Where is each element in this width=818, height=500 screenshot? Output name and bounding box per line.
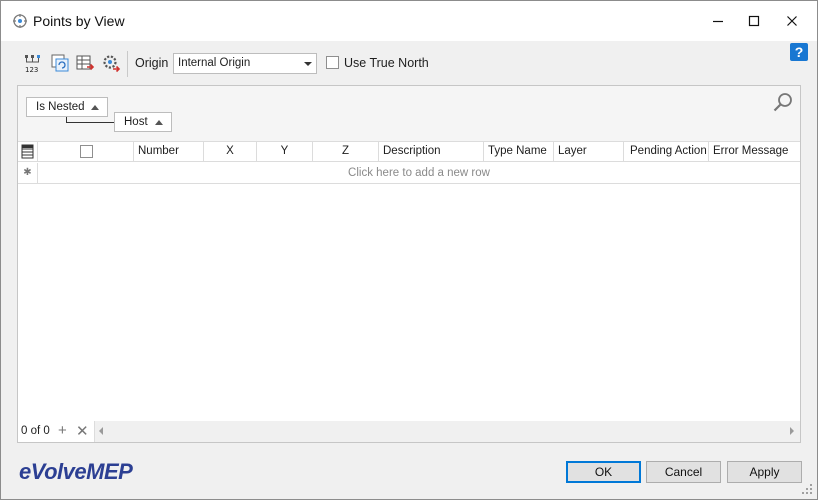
add-record-button[interactable]: + <box>58 422 67 439</box>
points-by-view-dialog: Points by View ? 123 Origin Internal Ori… <box>0 0 818 500</box>
minimize-button[interactable] <box>699 1 737 41</box>
group-by-panel: Is Nested Host <box>18 86 800 142</box>
close-icon <box>787 16 797 26</box>
sort-ascending-icon <box>91 105 99 110</box>
column-header-description[interactable]: Description <box>379 142 484 162</box>
group-connector <box>66 122 114 123</box>
column-header-z[interactable]: Z <box>313 142 379 162</box>
record-count: 0 of 0 <box>21 425 50 437</box>
scroll-left-icon[interactable] <box>99 427 103 435</box>
group-chip-label: Host <box>124 116 148 128</box>
title-bar: Points by View <box>1 1 817 41</box>
minimize-icon <box>713 20 723 23</box>
origin-dropdown[interactable]: Internal Origin <box>173 53 317 74</box>
ok-button[interactable]: OK <box>566 461 641 483</box>
app-points-icon <box>12 13 28 29</box>
points-grid: Is Nested Host Number X Y Z Description … <box>17 85 801 443</box>
column-header-y[interactable]: Y <box>257 142 313 162</box>
new-row-asterisk-icon: ✱ <box>18 163 38 183</box>
maximize-icon <box>748 15 760 27</box>
origin-label: Origin <box>135 56 169 70</box>
horizontal-scrollbar[interactable] <box>94 421 800 442</box>
column-header-pending-action[interactable]: Pending Action <box>624 142 709 162</box>
sort-ascending-icon <box>155 120 163 125</box>
export-table-icon[interactable] <box>75 53 95 73</box>
use-true-north-checkbox[interactable] <box>326 56 339 69</box>
column-header-number[interactable]: Number <box>134 142 204 162</box>
scroll-right-icon[interactable] <box>790 427 794 435</box>
toolbar-separator <box>127 51 128 77</box>
column-header-row: Number X Y Z Description Type Name Layer… <box>18 142 800 162</box>
logo-text: VolveMEP <box>30 459 133 484</box>
delete-record-button[interactable]: ✕ <box>76 422 89 440</box>
point-numbering-icon[interactable]: 123 <box>23 53 43 74</box>
grid-navigator: 0 of 0 + ✕ <box>18 421 800 442</box>
search-icon[interactable] <box>772 92 794 114</box>
new-item-row[interactable]: ✱ Click here to add a new row <box>18 163 800 184</box>
origin-dropdown-value: Internal Origin <box>178 57 251 69</box>
maximize-button[interactable] <box>735 1 773 41</box>
evolvemep-logo: eVolveMEP <box>19 459 133 485</box>
group-chip-label: Is Nested <box>36 101 85 113</box>
column-header-error-message[interactable]: Error Message <box>709 142 800 162</box>
column-header-x[interactable]: X <box>204 142 257 162</box>
logo-prefix: e <box>19 459 31 484</box>
use-true-north-label[interactable]: Use True North <box>344 56 429 70</box>
svg-text:123: 123 <box>25 66 38 73</box>
close-button[interactable] <box>773 1 811 41</box>
point-settings-icon[interactable] <box>101 53 121 73</box>
column-header-type-name[interactable]: Type Name <box>484 142 554 162</box>
group-chip-host[interactable]: Host <box>114 112 172 132</box>
group-chip-is-nested[interactable]: Is Nested <box>26 97 108 117</box>
column-header-select[interactable] <box>38 142 134 162</box>
apply-button[interactable]: Apply <box>727 461 802 483</box>
resize-grip-icon[interactable] <box>801 483 813 495</box>
column-header-layer[interactable]: Layer <box>554 142 624 162</box>
new-item-row-prompt[interactable]: Click here to add a new row <box>38 163 800 183</box>
chevron-down-icon <box>304 62 312 66</box>
column-chooser-icon <box>21 144 34 159</box>
column-chooser-button[interactable] <box>18 142 38 162</box>
toolbar: 123 Origin Internal Origin Use True Nort… <box>17 49 807 79</box>
refresh-points-icon[interactable] <box>50 53 70 73</box>
cancel-button[interactable]: Cancel <box>646 461 721 483</box>
select-all-checkbox[interactable] <box>80 145 93 158</box>
window-title: Points by View <box>33 13 125 29</box>
